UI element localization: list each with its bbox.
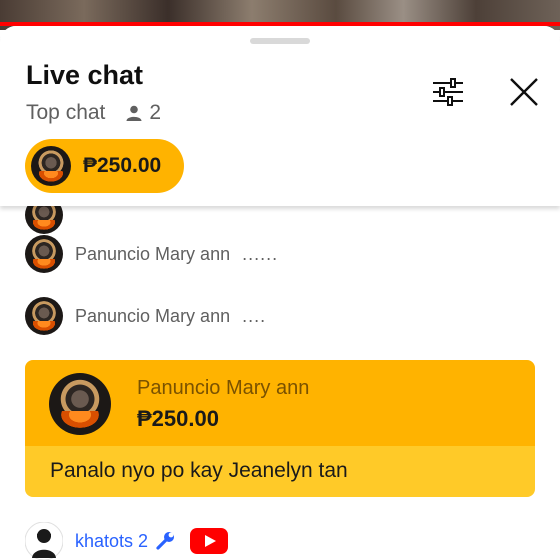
superchat-author[interactable]: Panuncio Mary ann (137, 377, 309, 400)
superchat-card[interactable]: Panuncio Mary ann ₱250.00 Panalo nyo po … (25, 360, 535, 497)
message-author[interactable]: khatots 2 (75, 531, 148, 552)
filter-button[interactable] (430, 74, 466, 110)
youtube-icon (190, 528, 229, 554)
message-avatar[interactable] (25, 235, 63, 273)
chat-mode-row: Top chat 2 (26, 101, 161, 125)
message-author[interactable]: Panuncio Mary ann (75, 244, 230, 265)
person-icon (126, 105, 142, 121)
viewer-count: 2 (125, 101, 161, 125)
chat-message[interactable]: khatots 2 (25, 522, 229, 560)
superchat-ticker[interactable]: ₱250.00 (25, 139, 184, 193)
ticker-avatar (31, 146, 71, 186)
chat-message[interactable]: Panuncio Mary ann ...... (25, 235, 278, 273)
drag-handle[interactable] (250, 38, 310, 44)
message-text: .... (242, 305, 267, 326)
chat-mode-selector[interactable]: Top chat (26, 101, 105, 125)
live-chat-panel: Live chat Top chat 2 ₱250.00 Panuncio Ma… (0, 26, 560, 560)
user-avatar[interactable] (25, 522, 63, 560)
superchat-message: Panalo nyo po kay Jeanelyn tan (25, 446, 535, 497)
chat-header: Live chat Top chat 2 ₱250.00 (0, 26, 560, 206)
message-text: ...... (242, 243, 279, 264)
filter-icon (433, 78, 463, 106)
panel-title: Live chat (26, 60, 144, 90)
superchat-amount: ₱250.00 (137, 406, 219, 431)
message-author[interactable]: Panuncio Mary ann (75, 306, 230, 327)
message-avatar[interactable] (25, 297, 63, 335)
ticker-amount: ₱250.00 (83, 154, 162, 177)
close-button[interactable] (506, 74, 542, 110)
close-icon (510, 78, 538, 106)
superchat-avatar[interactable] (49, 373, 111, 435)
wrench-icon (156, 532, 175, 550)
chat-message[interactable]: Panuncio Mary ann .... (25, 297, 266, 335)
superchat-header: Panuncio Mary ann ₱250.00 (25, 360, 535, 446)
viewer-count-value: 2 (149, 101, 162, 124)
